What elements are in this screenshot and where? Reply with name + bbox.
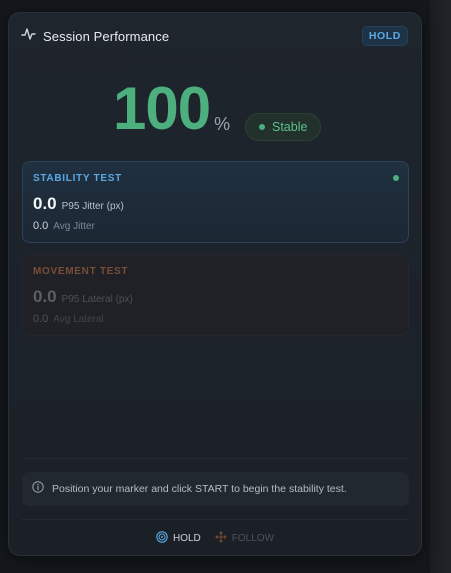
avg-lateral-label: Avg Lateral xyxy=(53,314,104,325)
movement-test-title: MOVEMENT TEST xyxy=(33,266,129,277)
stability-secondary-metric: 0.0 Avg Jitter xyxy=(33,220,95,232)
hold-mode-label: HOLD xyxy=(172,532,201,544)
stability-test-title: STABILITY TEST xyxy=(33,173,122,184)
score-unit: % xyxy=(214,114,231,134)
status-dot xyxy=(259,124,265,130)
p95-jitter-value: 0.0 xyxy=(33,194,57,213)
info-icon xyxy=(32,480,44,498)
p95-jitter-label: P95 Jitter (px) xyxy=(61,201,124,212)
status-badge: Stable xyxy=(245,113,321,141)
avg-lateral-value: 0.0 xyxy=(33,313,49,325)
stability-primary-metric: 0.0 P95 Jitter (px) xyxy=(33,194,124,214)
divider xyxy=(22,519,409,520)
movement-test-card[interactable]: MOVEMENT TEST 0.0 P95 Lateral (px) 0.0 A… xyxy=(22,254,409,336)
panel-title: Session Performance xyxy=(43,28,170,44)
avg-jitter-label: Avg Jitter xyxy=(53,221,95,232)
session-performance-panel: Session Performance HOLD 100 % Stable ST… xyxy=(8,12,422,556)
move-arrows-icon xyxy=(215,530,227,546)
background-edge xyxy=(430,0,451,573)
score-value: 100 xyxy=(113,75,211,142)
info-text: Position your marker and click START to … xyxy=(52,483,347,495)
stability-test-card[interactable]: STABILITY TEST 0.0 P95 Jitter (px) 0.0 A… xyxy=(22,161,409,243)
info-message: Position your marker and click START to … xyxy=(22,472,409,506)
title-group: Session Performance xyxy=(21,27,169,46)
p95-lateral-value: 0.0 xyxy=(33,287,57,306)
panel-header: Session Performance HOLD xyxy=(21,25,408,47)
status-label: Stable xyxy=(272,120,308,134)
mode-switcher: HOLD FOLLOW xyxy=(9,529,421,547)
pulse-icon xyxy=(21,27,36,46)
target-icon xyxy=(156,530,168,546)
mode-badge: HOLD xyxy=(361,26,408,46)
divider xyxy=(22,458,409,459)
follow-mode-button[interactable]: FOLLOW xyxy=(215,530,275,546)
avg-jitter-value: 0.0 xyxy=(33,220,49,232)
p95-lateral-label: P95 Lateral (px) xyxy=(61,294,133,305)
movement-secondary-metric: 0.0 Avg Lateral xyxy=(33,313,104,325)
movement-primary-metric: 0.0 P95 Lateral (px) xyxy=(33,287,133,307)
active-indicator-dot xyxy=(393,175,399,181)
hold-mode-button[interactable]: HOLD xyxy=(156,530,201,546)
score-display: 100 % xyxy=(113,79,230,139)
follow-mode-label: FOLLOW xyxy=(231,532,275,544)
